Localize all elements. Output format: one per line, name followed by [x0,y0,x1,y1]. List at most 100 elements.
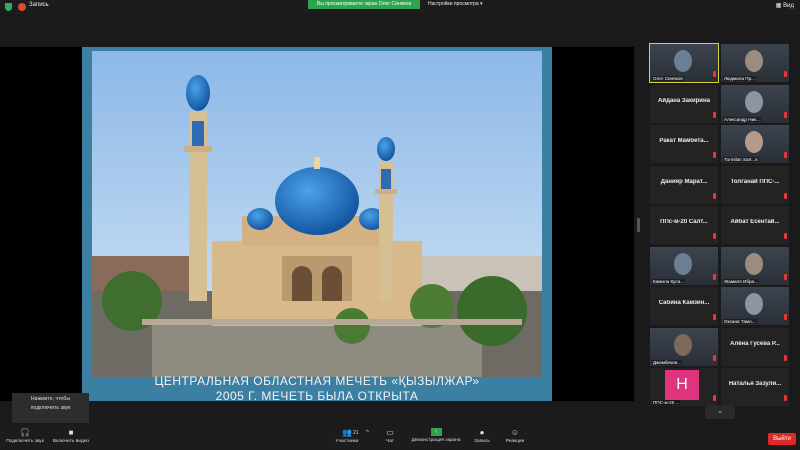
participant-tile[interactable]: Н ППС-м-20 ... [650,368,718,406]
shield-icon [5,3,12,11]
exit-button[interactable]: Выйти [768,433,796,445]
participant-face [745,131,763,153]
record-label: Запись [29,2,49,8]
shared-screen: ЦЕНТРАЛЬНАЯ ОБЛАСТНАЯ МЕЧЕТЬ «ҚЫЗЫЛЖАР» … [0,47,634,401]
chevron-up-icon[interactable]: ^ [366,430,369,436]
mic-muted-icon [784,314,787,320]
participant-name: Данияр Марат... [660,178,708,185]
connect-audio-button[interactable]: 🎧 Подключить звук [4,428,46,444]
participant-face [674,252,692,275]
view-button[interactable]: ▦ Вид [776,2,794,9]
participant-gallery: Олег Синяков Людмила Пр... Айдана Закирина… [645,42,795,422]
mic-muted-icon [713,273,716,280]
chat-label: Чат [386,439,394,444]
participant-name: Александр Ник... [723,116,761,122]
gallery-next-button[interactable]: ⌄ [705,405,735,419]
mic-muted-icon [784,354,787,361]
participant-face [745,293,763,315]
participant-tile[interactable]: Ракат Мамбета... [650,125,718,163]
participant-name: Turmilan Sart...s [723,157,759,162]
chevron-down-icon: ▾ [480,1,483,7]
participant-name: Алёна Гусева Р... [730,340,780,347]
participant-face [674,50,692,72]
tooltip-line2: подключить звук [30,405,71,411]
slide-caption-line1: ЦЕНТРАЛЬНАЯ ОБЛАСТНАЯ МЕЧЕТЬ «ҚЫЗЫЛЖАР» [154,374,480,388]
participant-name: Наталья Зазули... [728,381,782,387]
participant-face [745,252,763,275]
participant-tile[interactable]: Наталья Зазули... [721,368,789,406]
participant-tile[interactable]: Камила Куса... [650,246,718,285]
participant-name: Олег Синяков [652,76,684,81]
participant-tile[interactable]: Джамбеков... [650,327,718,366]
record-button[interactable]: ● Запись [470,428,494,444]
participant-tile[interactable]: Жамиля Ибра... [721,246,789,285]
view-options-label: Настройки просмотра [428,1,479,7]
participants-icon: 👥 [342,428,352,437]
panel-resize-handle[interactable] [637,218,640,232]
participant-tile[interactable]: Айбат Есентай... [721,206,789,244]
mic-muted-icon [713,314,716,320]
mic-muted-icon [784,152,787,158]
participant-tile[interactable]: Данияр Марат... [650,165,718,204]
view-options-menu[interactable]: Настройки просмотра ▾ [428,0,483,9]
smile-icon: ☺ [510,428,520,437]
headphones-icon: 🎧 [20,428,30,437]
participant-tile[interactable]: Сабина Камзин... [650,287,718,325]
mic-muted-icon [713,152,716,158]
participant-name: Ракат Мамбета... [659,138,709,144]
participant-tile[interactable]: ППс-м-20 Салт... [650,206,718,244]
mic-muted-icon [784,233,787,239]
participant-name: ППс-м-20 Салт... [660,219,708,225]
chat-button[interactable]: ▭ Чат [380,428,400,444]
slide: ЦЕНТРАЛЬНАЯ ОБЛАСТНАЯ МЕЧЕТЬ «ҚЫЗЫЛЖАР» … [82,47,552,401]
participant-name: Айбат Есентай... [730,219,780,225]
mic-muted-icon [713,71,716,77]
reactions-button[interactable]: ☺ Реакции [502,428,528,444]
participant-tile[interactable]: Людмила Пр... [721,44,789,82]
video-off-icon: ■ [68,428,74,437]
participant-face [745,50,763,72]
participants-count: 21 [353,430,359,436]
connect-audio-label: Подключить звук [6,439,44,444]
slide-caption-line2: 2005 Г. МЕЧЕТЬ БЫЛА ОТКРЫТА [215,389,419,401]
mic-muted-icon [784,273,787,280]
participant-tile[interactable]: Олег Синяков [649,43,719,83]
participant-face [745,90,763,113]
participant-tile[interactable]: Толганай ППС-... [721,165,789,204]
mosque-photo [92,51,542,377]
mic-muted-icon [713,395,716,401]
mic-muted-icon [784,395,787,401]
mic-muted-icon [713,233,716,239]
participant-tile[interactable]: Turmilan Sart...s [721,125,789,163]
meeting-toolbar: 🎧 Подключить звук ■ Включить видео 👥 Уча… [0,426,800,450]
reactions-label: Реакции [505,439,525,444]
participant-tile[interactable]: Айдана Закирина [650,84,718,123]
share-screen-icon: ↑ [430,428,442,436]
participant-tile[interactable]: Оксана Тамо... [721,287,789,325]
participants-label: Участники [335,439,359,444]
participant-name: ППС-м-20 ... [652,400,681,405]
mic-muted-icon [713,354,716,361]
participant-avatar: Н [665,370,699,400]
participant-name: Оксана Тамо... [723,319,757,324]
share-screen-button[interactable]: ↑ Демонстрация экрана [410,428,462,443]
start-video-button[interactable]: ■ Включить видео [50,428,92,444]
viewing-banner: Вы просматриваете экран Олег Синяков [308,0,420,9]
record-icon: ● [479,428,485,437]
participant-name: Толганай ППС-... [730,178,780,185]
mic-muted-icon [713,192,716,199]
mic-muted-icon [713,111,716,118]
participant-face [674,333,692,356]
record-label-toolbar: Запись [474,439,490,444]
participant-tile[interactable]: Александр Ник... [721,84,789,123]
mic-muted-icon [784,71,787,77]
participant-name: Айдана Закирина [658,97,710,104]
participant-name: Людмила Пр... [723,76,756,81]
participant-name: Сабина Камзин... [658,300,710,306]
participant-tile[interactable]: Алёна Гусева Р... [721,327,789,366]
record-indicator-icon [18,3,26,11]
view-button-label: Вид [783,3,794,9]
participant-name: Камила Куса... [652,278,686,284]
share-screen-label: Демонстрация экрана [411,438,461,443]
chat-icon: ▭ [386,428,394,437]
